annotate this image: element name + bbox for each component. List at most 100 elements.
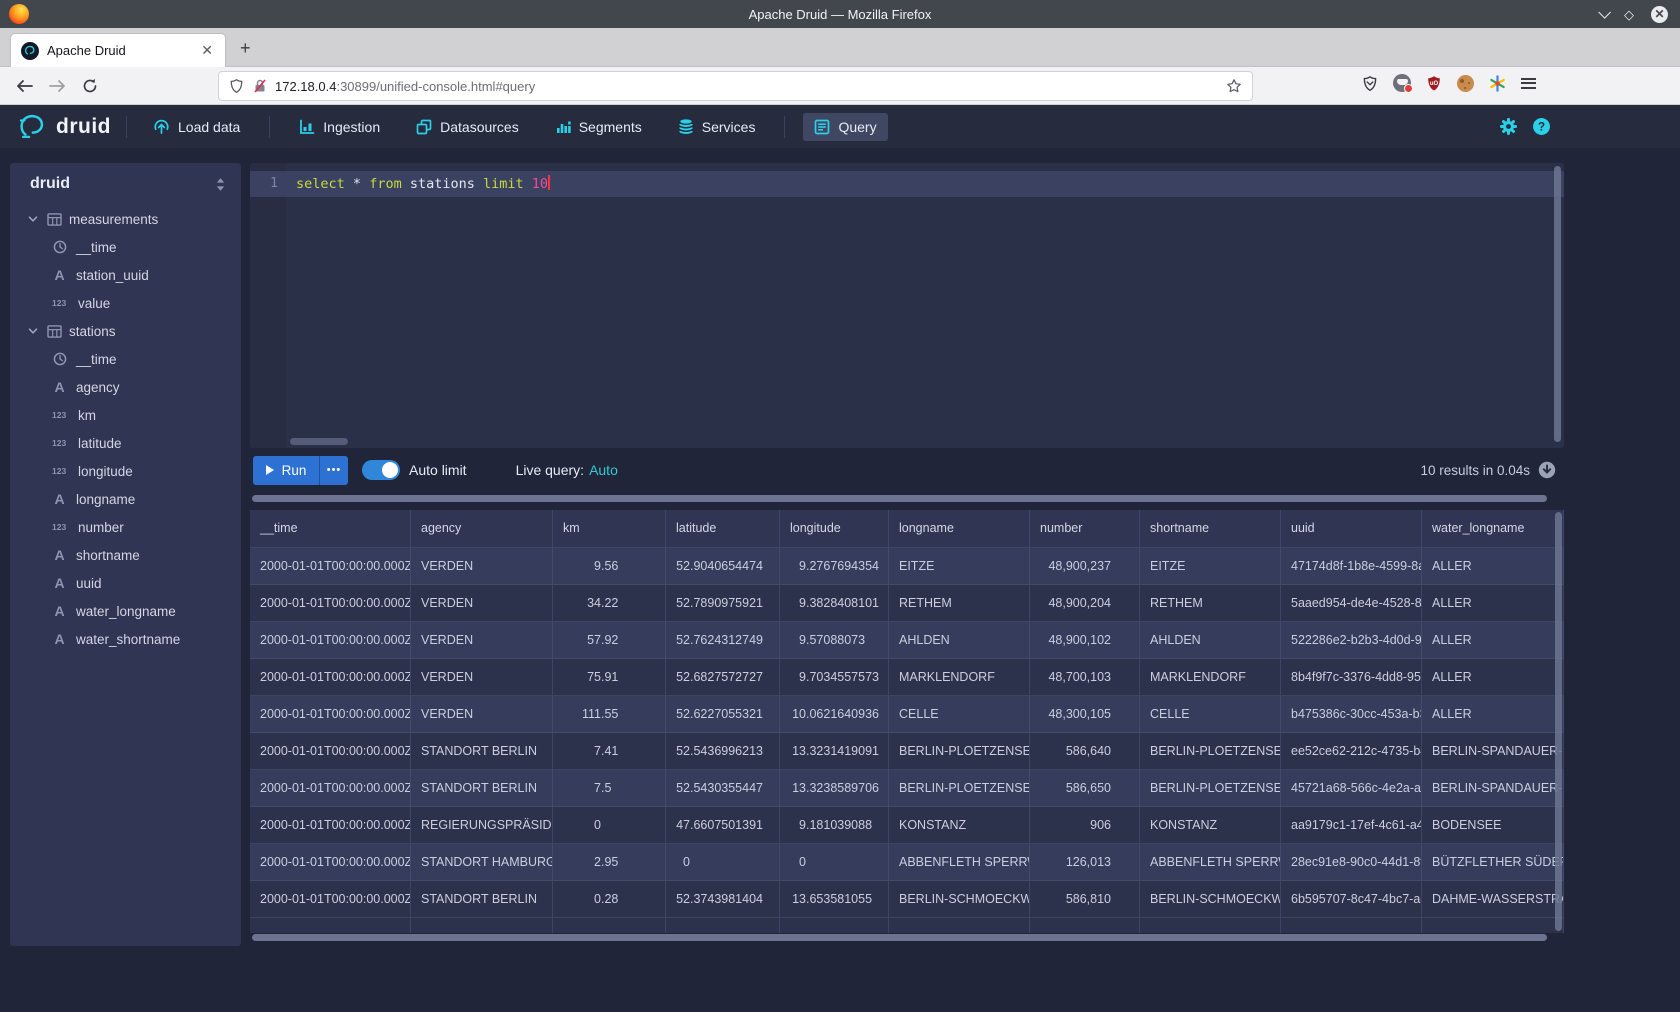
query-editor[interactable]: 1 select * from stations limit 10 xyxy=(250,163,1564,448)
cell-longname[interactable]: ABBENFLETH SPERRWER xyxy=(889,844,1030,881)
query-text[interactable]: select * from stations limit 10 xyxy=(296,171,550,197)
cell--time[interactable]: 2000-01-01T00:00:00.000Z xyxy=(250,807,411,844)
cell-km[interactable]: 57.92 xyxy=(553,622,666,659)
cell--time[interactable]: 2000-01-01T00:00:00.000Z xyxy=(250,585,411,622)
tree-table-measurements[interactable]: measurements xyxy=(10,205,241,233)
cell-latitude[interactable]: 47.6607501391 xyxy=(666,807,780,844)
cell-uuid[interactable]: 522286e2-b2b3-4d0d-9a xyxy=(1281,622,1422,659)
cell-longitude[interactable]: 9.3828408101 xyxy=(780,585,889,622)
cell--time[interactable]: 2000-01-01T00:00:00.000Z xyxy=(250,733,411,770)
cell-agency[interactable]: VERDEN xyxy=(411,696,553,733)
pocket-shield-icon[interactable] xyxy=(1362,75,1378,92)
cell-uuid[interactable]: 8b4f9f7c-3376-4dd8-95c xyxy=(1281,659,1422,696)
bookmark-star-icon[interactable] xyxy=(1226,78,1242,94)
cell-longname[interactable]: EITZE xyxy=(889,548,1030,585)
column-header-number[interactable]: number xyxy=(1030,510,1140,548)
results-horizontal-scrollbar-bottom[interactable] xyxy=(250,933,1564,942)
cell-latitude[interactable]: 52.3743981404 xyxy=(666,881,780,918)
download-icon[interactable] xyxy=(1538,461,1556,479)
cell-shortname[interactable]: RETHEM xyxy=(1140,585,1281,622)
cell-water-longname[interactable]: ALLER xyxy=(1422,622,1564,659)
cell-km[interactable]: 34.22 xyxy=(553,585,666,622)
cell-longitude[interactable]: 13.3231419091 xyxy=(780,733,889,770)
cell-shortname[interactable]: KONSTANZ xyxy=(1140,807,1281,844)
browser-tab[interactable]: Apache Druid ✕ xyxy=(10,33,226,67)
cell-longname[interactable]: BERLIN-PLOETZENSEE U xyxy=(889,770,1030,807)
ublock-icon[interactable]: uO xyxy=(1426,75,1442,92)
forward-button[interactable] xyxy=(45,74,69,98)
column-header-agency[interactable]: agency xyxy=(411,510,553,548)
cell-longname[interactable]: RETHEM xyxy=(889,585,1030,622)
tree-column--time[interactable]: __time xyxy=(10,345,241,373)
cell-longname[interactable]: CELLE xyxy=(889,696,1030,733)
tree-column-water-shortname[interactable]: Awater_shortname xyxy=(10,625,241,653)
cell-longitude[interactable]: 0 xyxy=(780,844,889,881)
cell-number[interactable]: 586,640 xyxy=(1030,733,1140,770)
cell-number[interactable]: 48,700,103 xyxy=(1030,659,1140,696)
cell-km[interactable]: 75.91 xyxy=(553,659,666,696)
live-query-value[interactable]: Auto xyxy=(589,462,618,478)
cell-latitude[interactable]: 52.5436996213 xyxy=(666,733,780,770)
new-tab-button[interactable]: + xyxy=(240,38,251,59)
column-header-uuid[interactable]: uuid xyxy=(1281,510,1422,548)
cell--time[interactable]: 2000-01-01T00:00:00.000Z xyxy=(250,881,411,918)
cell-water-longname[interactable]: DAHME-WASSERSTRAS xyxy=(1422,881,1564,918)
cell-longitude[interactable]: 9.7034557573 xyxy=(780,659,889,696)
diamond-icon[interactable]: ◇ xyxy=(1624,8,1634,21)
cell-shortname[interactable]: ABBENFLETH SPERRWER xyxy=(1140,844,1281,881)
back-button[interactable] xyxy=(12,74,36,98)
cell-water-longname[interactable]: ALLER xyxy=(1422,585,1564,622)
chevron-down-icon[interactable] xyxy=(25,325,40,337)
tree-column-longname[interactable]: Alongname xyxy=(10,485,241,513)
cell-agency[interactable]: STANDORT BERLIN xyxy=(411,881,553,918)
cell-agency[interactable]: STANDORT HAMBURG xyxy=(411,844,553,881)
results-horizontal-scrollbar-top[interactable] xyxy=(250,494,1564,503)
cell-uuid[interactable]: 28ec91e8-90c0-44d1-8fc xyxy=(1281,844,1422,881)
cell-longitude[interactable]: 13.3238589706 xyxy=(780,770,889,807)
column-header-longitude[interactable]: longitude xyxy=(780,510,889,548)
nav-item-services[interactable]: Services xyxy=(667,112,767,141)
cell-latitude[interactable]: 52.6827572727 xyxy=(666,659,780,696)
cell-km[interactable]: 7.41 xyxy=(553,733,666,770)
tree-table-stations[interactable]: stations xyxy=(10,317,241,345)
cell-km[interactable]: 9.56 xyxy=(553,548,666,585)
druid-logo[interactable]: druid xyxy=(16,112,111,142)
cell--time[interactable]: 2000-01-01T00:00:00.000Z xyxy=(250,770,411,807)
cell-uuid[interactable]: 47174d8f-1b8e-4599-8a xyxy=(1281,548,1422,585)
cell-water-longname[interactable]: ALLER xyxy=(1422,696,1564,733)
run-button[interactable]: Run xyxy=(253,456,319,485)
cell--time[interactable]: 2000-01-01T00:00:00.000Z xyxy=(250,622,411,659)
cell-km[interactable]: 2.95 xyxy=(553,844,666,881)
cell-longname[interactable]: KONSTANZ xyxy=(889,807,1030,844)
cell-longname[interactable]: BERLIN-SCHMOECKWITZ xyxy=(889,881,1030,918)
cell-number[interactable]: 48,900,204 xyxy=(1030,585,1140,622)
address-bar[interactable]: 172.18.0.4:30899/unified-console.html#qu… xyxy=(218,71,1253,101)
column-header--time[interactable]: __time xyxy=(250,510,411,548)
cell-latitude[interactable]: 0 xyxy=(666,844,780,881)
cell-shortname[interactable]: BERLIN-SCHMOECKWITZ xyxy=(1140,881,1281,918)
column-header-km[interactable]: km xyxy=(553,510,666,548)
cell-water-longname[interactable]: ALLER xyxy=(1422,659,1564,696)
chevron-down-icon[interactable] xyxy=(1598,10,1607,19)
colorful-asterisk-icon[interactable] xyxy=(1489,75,1506,92)
column-header-water-longname[interactable]: water_longname xyxy=(1422,510,1564,548)
cell-shortname[interactable]: MARKLENDORF xyxy=(1140,659,1281,696)
nav-item-load-data[interactable]: Load data xyxy=(142,112,251,141)
cell-latitude[interactable]: 52.9040654474 xyxy=(666,548,780,585)
cell-agency[interactable]: VERDEN xyxy=(411,622,553,659)
cell-agency[interactable]: VERDEN xyxy=(411,548,553,585)
cell-uuid[interactable]: 45721a68-566c-4e2a-a6 xyxy=(1281,770,1422,807)
editor-horizontal-scrollbar[interactable] xyxy=(290,438,348,445)
nav-item-query[interactable]: Query xyxy=(803,113,887,141)
cookie-icon[interactable] xyxy=(1457,75,1474,92)
tree-column-agency[interactable]: Aagency xyxy=(10,373,241,401)
tree-column-station-uuid[interactable]: Astation_uuid xyxy=(10,261,241,289)
cell-water-longname[interactable]: BODENSEE xyxy=(1422,807,1564,844)
cell-number[interactable]: 126,013 xyxy=(1030,844,1140,881)
cell-agency[interactable]: STANDORT BERLIN xyxy=(411,770,553,807)
cell-longitude[interactable]: 10.0621640936 xyxy=(780,696,889,733)
schema-selector[interactable]: druid xyxy=(10,163,241,205)
close-icon[interactable]: ✕ xyxy=(1651,6,1668,23)
cell-number[interactable]: 906 xyxy=(1030,807,1140,844)
cell-uuid[interactable]: ee52ce62-212c-4735-b4 xyxy=(1281,733,1422,770)
